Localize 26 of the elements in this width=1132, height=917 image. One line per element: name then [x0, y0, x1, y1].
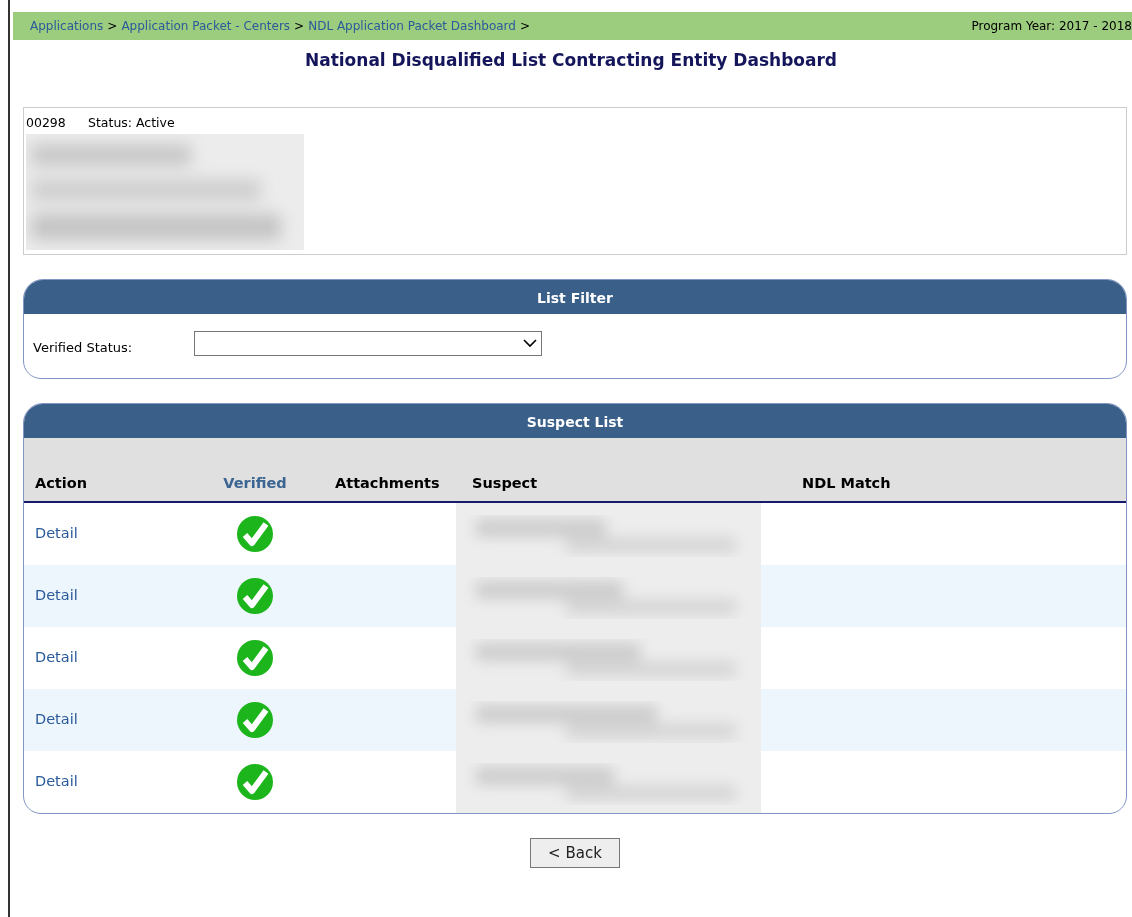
breadcrumb-link[interactable]: NDL Application Packet Dashboard: [308, 17, 516, 35]
program-year: Program Year: 2017 - 2018: [971, 18, 1132, 35]
verified-status-dropdown[interactable]: [194, 331, 542, 356]
breadcrumb-separator: >: [294, 18, 305, 35]
column-sort-link[interactable]: Verified: [223, 474, 287, 491]
breadcrumb-separator: >: [519, 18, 530, 35]
detail-link[interactable]: Detail: [35, 710, 78, 727]
breadcrumb-separator: >: [107, 18, 118, 35]
detail-link[interactable]: Detail: [35, 586, 78, 603]
page-title: National Disqualified List Contracting Entity Dashboard: [303, 49, 839, 72]
column-header: Suspect: [472, 474, 538, 491]
detail-link[interactable]: Detail: [35, 524, 78, 541]
detail-link[interactable]: Detail: [35, 772, 78, 789]
breadcrumb-link[interactable]: Application Packet - Centers: [121, 17, 291, 35]
detail-link[interactable]: Detail: [35, 648, 78, 665]
panel-header: Suspect List: [24, 403, 1126, 438]
chevron-down-icon: [523, 339, 537, 348]
entity-id: 00298: [26, 113, 67, 132]
breadcrumb-link[interactable]: Applications: [30, 17, 104, 35]
field-label: Verified Status:: [33, 338, 134, 357]
back-button[interactable]: < Back: [530, 837, 620, 868]
panel-header: List Filter: [24, 279, 1126, 314]
column-header: NDL Match: [802, 474, 891, 491]
column-header: Attachments: [335, 474, 440, 491]
column-header: Action: [35, 474, 87, 491]
entity-status: Status: Active: [88, 113, 175, 132]
